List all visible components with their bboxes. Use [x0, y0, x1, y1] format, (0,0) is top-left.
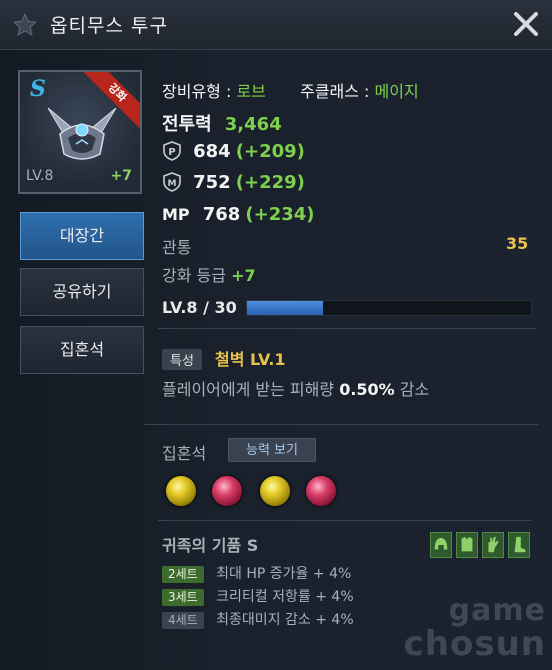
set-bonus-text: 최대 HP 증가율 + 4% — [216, 566, 352, 582]
physical-attack-icon: P — [163, 141, 181, 161]
soulstone-gem-4[interactable] — [306, 476, 336, 506]
soulstone-gem-2[interactable] — [212, 476, 242, 506]
mp-row: MP 768 (+234) — [162, 204, 315, 225]
share-button[interactable]: 공유하기 — [20, 268, 144, 316]
trait-badge: 특성 — [162, 349, 202, 370]
class-value: 메이지 — [374, 82, 419, 101]
divider — [158, 520, 532, 521]
enhance-grade-row: 강화 등급 +7 — [162, 262, 256, 286]
level-progress-bar — [246, 300, 532, 316]
watermark-line-1: game — [448, 593, 546, 628]
physical-attack-bonus: (+209) — [235, 141, 305, 162]
combat-power-row: 전투력 3,464 — [162, 110, 282, 136]
set-badge: 4세트 — [162, 612, 204, 629]
item-level: LV.8 — [26, 168, 54, 184]
pierce-label: 관통 — [162, 238, 192, 257]
star-icon[interactable] — [12, 12, 38, 38]
item-enhance: +7 — [110, 168, 132, 184]
boot-icon — [508, 532, 530, 558]
equip-type-row: 장비유형 : 로브 주클래스 : 메이지 — [162, 78, 419, 102]
window-title: 옵티무스 투구 — [50, 15, 168, 37]
soulstone-label: 집혼석 — [162, 444, 207, 463]
soulstone-button[interactable]: 집혼석 — [20, 326, 144, 374]
set-bonus-text: 최종대미지 감소 + 4% — [216, 612, 354, 628]
combat-power-value: 3,464 — [224, 114, 282, 135]
item-icon-box: S 강화 LV.8 +7 — [18, 70, 142, 194]
trait-desc-suffix: 감소 — [399, 380, 430, 399]
magic-attack-row: M 752 (+229) — [162, 172, 305, 193]
set-bonus-row-2: 2세트 최대 HP 증가율 + 4% — [162, 563, 351, 583]
magic-attack-bonus: (+229) — [235, 172, 305, 193]
physical-attack-value: 684 — [193, 141, 231, 162]
close-icon[interactable] — [510, 8, 542, 40]
enhance-grade-label: 강화 등급 — [162, 266, 226, 285]
armor-icon — [456, 532, 478, 558]
level-label: LV.8 / 30 — [162, 298, 237, 317]
trait-description: 플레이어에게 받는 피해량 0.50% 감소 — [162, 376, 429, 400]
view-ability-button[interactable]: 능력 보기 — [228, 438, 316, 462]
divider — [144, 424, 538, 425]
equip-type-value: 로브 — [236, 82, 266, 101]
trait-desc-value: 0.50% — [339, 380, 395, 399]
set-badge: 3세트 — [162, 589, 204, 606]
svg-text:M: M — [168, 179, 177, 189]
equip-type-label: 장비유형 : — [162, 82, 232, 101]
divider — [158, 328, 536, 329]
set-bonus-row-4: 4세트 최종대미지 감소 + 4% — [162, 609, 354, 629]
mp-label: MP — [162, 205, 190, 224]
mp-bonus: (+234) — [245, 204, 315, 225]
soulstone-gem-3[interactable] — [260, 476, 290, 506]
set-title: 귀족의 기품 S — [162, 536, 259, 555]
class-label: 주클래스 : — [300, 82, 370, 101]
trait-name: 철벽 LV.1 — [215, 350, 286, 369]
set-bonus-text: 크리티컬 저항률 + 4% — [216, 589, 354, 605]
helmet-icon — [47, 107, 117, 160]
pierce-value: 35 — [506, 234, 529, 253]
helmet-icon — [430, 532, 452, 558]
set-badge: 2세트 — [162, 566, 204, 583]
level-progress-fill — [247, 301, 323, 315]
physical-attack-row: P 684 (+209) — [162, 141, 305, 162]
magic-attack-icon: M — [163, 172, 181, 192]
svg-text:P: P — [168, 147, 175, 158]
soulstone-gem-1[interactable] — [166, 476, 196, 506]
magic-attack-value: 752 — [193, 172, 231, 193]
watermark: game chosun — [403, 593, 546, 664]
glove-icon — [482, 532, 504, 558]
title-bar: 옵티무스 투구 — [0, 0, 552, 50]
enhance-grade-value: +7 — [231, 266, 256, 285]
mp-value: 768 — [202, 204, 241, 225]
watermark-line-2: chosun — [403, 624, 546, 664]
combat-power-label: 전투력 — [162, 114, 212, 135]
trait-desc-prefix: 플레이어에게 받는 피해량 — [162, 380, 335, 399]
trait-row: 특성 철벽 LV.1 — [162, 346, 286, 370]
set-bonus-row-3: 3세트 크리티컬 저항률 + 4% — [162, 586, 354, 606]
blacksmith-button[interactable]: 대장간 — [20, 212, 144, 260]
